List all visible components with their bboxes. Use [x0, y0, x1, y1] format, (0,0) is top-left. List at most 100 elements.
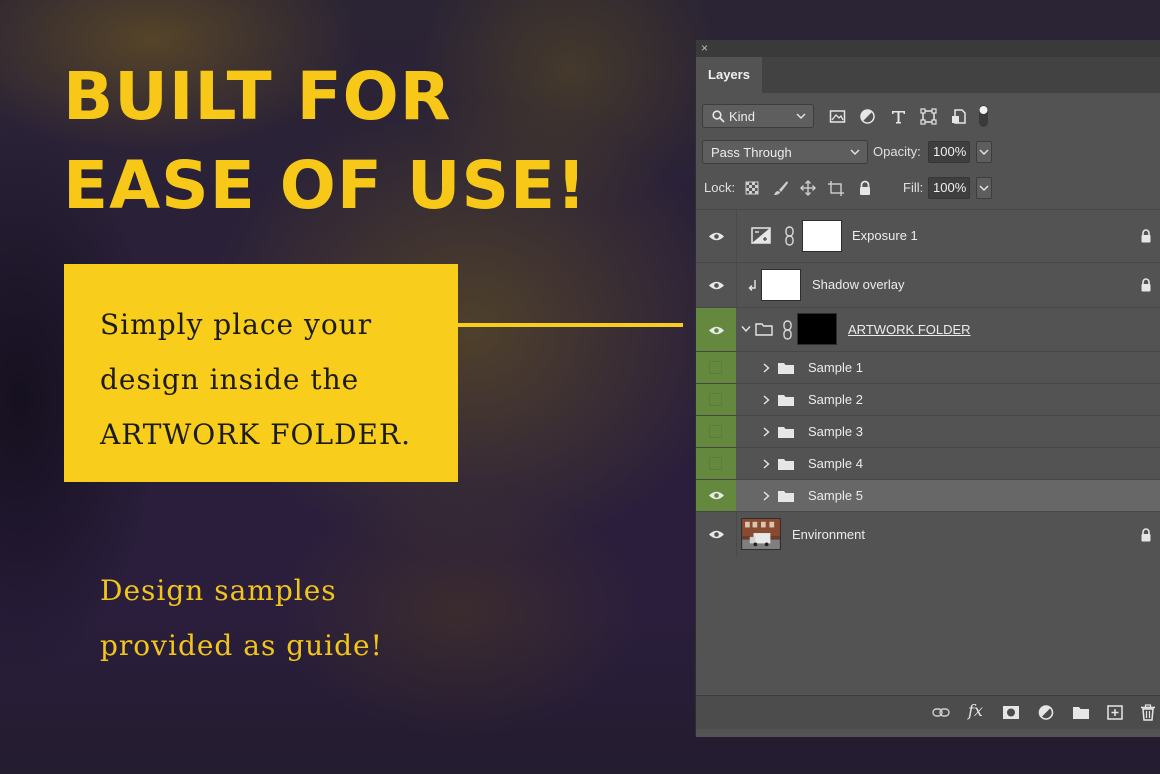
- lock-image-icon[interactable]: [773, 180, 789, 196]
- headline-line-1: BUILT FOR: [63, 58, 452, 135]
- hidden-visibility-box: [709, 393, 722, 406]
- layer-row-exposure[interactable]: Exposure 1: [696, 209, 1160, 262]
- chain-link-icon: [783, 320, 792, 340]
- layer-name[interactable]: Sample 5: [808, 488, 863, 503]
- folder-icon: [778, 427, 794, 438]
- chevron-right-icon[interactable]: [762, 395, 770, 405]
- opacity-dropdown[interactable]: [976, 141, 992, 163]
- layer-row-sample-1[interactable]: Sample 1: [696, 351, 1160, 383]
- new-group-icon[interactable]: [1072, 704, 1090, 721]
- layer-row-sample-3[interactable]: Sample 3: [696, 415, 1160, 447]
- type-filter-icon[interactable]: [890, 108, 907, 125]
- layer-row-shadow-overlay[interactable]: Shadow overlay: [696, 262, 1160, 307]
- visibility-toggle[interactable]: [696, 210, 736, 262]
- samples-note: Design samples provided as guide!: [100, 563, 383, 673]
- layer-name[interactable]: Sample 2: [808, 392, 863, 407]
- folder-icon: [778, 395, 794, 406]
- fill-input[interactable]: 100%: [928, 177, 970, 199]
- opacity-input[interactable]: 100%: [928, 141, 970, 163]
- hidden-visibility-box: [709, 457, 722, 470]
- fill-dropdown[interactable]: [976, 177, 992, 199]
- image-filter-icon[interactable]: [829, 108, 846, 125]
- connector-line: [458, 323, 683, 327]
- folder-icon: [755, 323, 773, 336]
- chevron-right-icon[interactable]: [762, 459, 770, 469]
- visibility-toggle[interactable]: [696, 308, 736, 351]
- lock-all-icon[interactable]: [857, 180, 873, 196]
- chevron-down-icon: [796, 113, 806, 119]
- folder-icon: [778, 459, 794, 470]
- clipping-arrow-icon: [748, 280, 756, 291]
- layer-name[interactable]: Sample 3: [808, 424, 863, 439]
- chevron-down-icon: [979, 185, 989, 191]
- link-layers-icon[interactable]: [932, 704, 950, 721]
- visibility-toggle[interactable]: [696, 263, 736, 307]
- chevron-down-icon[interactable]: [741, 325, 751, 333]
- visibility-toggle[interactable]: [696, 512, 736, 557]
- lock-position-icon[interactable]: [800, 180, 816, 196]
- environment-thumbnail[interactable]: [741, 518, 781, 550]
- visibility-toggle[interactable]: [696, 480, 736, 511]
- lock-artboard-icon[interactable]: [828, 180, 844, 196]
- layer-row-sample-2[interactable]: Sample 2: [696, 383, 1160, 415]
- add-mask-icon[interactable]: [1002, 704, 1020, 721]
- search-icon: [712, 110, 725, 123]
- filter-toggle-icon[interactable]: [978, 104, 989, 128]
- lock-transparent-icon[interactable]: [744, 180, 760, 196]
- callout-text: Simply place your design inside the ARTWOR…: [100, 297, 411, 462]
- layer-name[interactable]: Shadow overlay: [812, 277, 905, 292]
- eye-icon: [709, 491, 724, 500]
- kind-filter-label: Kind: [729, 109, 756, 124]
- chevron-right-icon[interactable]: [762, 363, 770, 373]
- layer-row-sample-4[interactable]: Sample 4: [696, 447, 1160, 479]
- callout-line: Simply place your: [100, 308, 373, 341]
- eye-icon: [709, 530, 724, 539]
- hidden-visibility-box: [709, 425, 722, 438]
- layer-thumbnail[interactable]: [761, 269, 801, 301]
- folder-icon: [778, 363, 794, 374]
- blend-mode-select[interactable]: Pass Through: [702, 140, 868, 164]
- samples-note-line: Design samples: [100, 574, 337, 607]
- fx-icon[interactable]: fx: [968, 701, 986, 720]
- panel-titlebar: ×: [696, 40, 1160, 57]
- visibility-toggle[interactable]: [696, 448, 736, 479]
- layer-mask-thumbnail[interactable]: [802, 220, 842, 252]
- row-separator: [736, 210, 737, 262]
- eye-icon: [709, 326, 724, 335]
- eye-icon: [709, 232, 724, 241]
- samples-note-line: provided as guide!: [100, 629, 383, 662]
- folder-mask-thumbnail[interactable]: [797, 313, 837, 345]
- row-separator: [736, 512, 737, 557]
- tab-layers[interactable]: Layers: [696, 57, 762, 93]
- chevron-right-icon[interactable]: [762, 427, 770, 437]
- shape-filter-icon[interactable]: [920, 108, 937, 125]
- chevron-right-icon[interactable]: [762, 491, 770, 501]
- layer-name[interactable]: Exposure 1: [852, 228, 918, 243]
- hidden-visibility-box: [709, 361, 722, 374]
- chevron-down-icon: [979, 149, 989, 155]
- kind-filter-select[interactable]: Kind: [702, 104, 814, 128]
- visibility-toggle[interactable]: [696, 416, 736, 447]
- layer-name[interactable]: Environment: [792, 527, 865, 542]
- row-separator: [736, 263, 737, 307]
- lock-icon: [1141, 278, 1151, 292]
- lock-icon: [1141, 528, 1151, 542]
- adjustment-filter-icon[interactable]: [859, 108, 876, 125]
- layer-name[interactable]: Sample 1: [808, 360, 863, 375]
- layers-panel: × Layers Kind Pass Through Opacity: 100%…: [695, 40, 1160, 737]
- layer-row-environment[interactable]: Environment: [696, 511, 1160, 557]
- new-adjustment-icon[interactable]: [1038, 704, 1056, 721]
- layer-name[interactable]: ARTWORK FOLDER: [848, 322, 971, 337]
- visibility-toggle[interactable]: [696, 384, 736, 415]
- layer-row-sample-5[interactable]: Sample 5: [696, 479, 1160, 511]
- delete-layer-icon[interactable]: [1139, 704, 1157, 721]
- visibility-toggle[interactable]: [696, 352, 736, 383]
- smart-object-filter-icon[interactable]: [950, 108, 967, 125]
- layer-name[interactable]: Sample 4: [808, 456, 863, 471]
- chevron-down-icon: [850, 149, 860, 155]
- close-icon[interactable]: ×: [701, 41, 708, 56]
- layer-row-artwork-folder[interactable]: ARTWORK FOLDER: [696, 307, 1160, 351]
- new-layer-icon[interactable]: [1106, 704, 1124, 721]
- headline-line-2: EASE OF USE!: [63, 147, 588, 224]
- callout-box: Simply place your design inside the ARTWOR…: [64, 264, 458, 482]
